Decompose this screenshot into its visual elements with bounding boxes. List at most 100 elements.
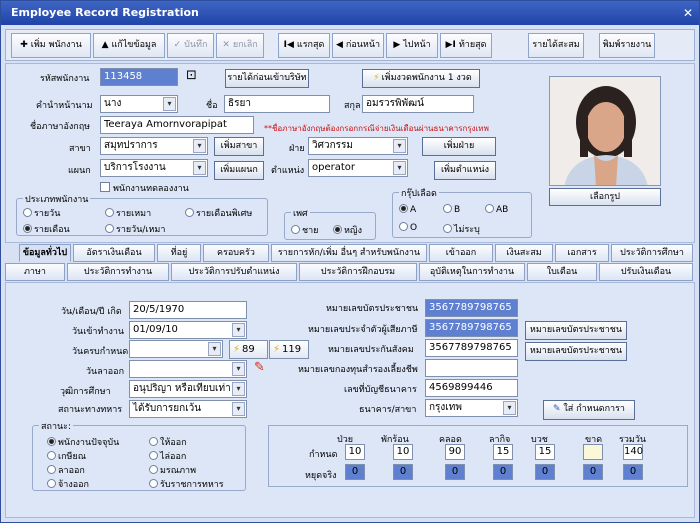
employee-code-field[interactable]: 113458 bbox=[100, 68, 178, 86]
actual-maternity[interactable]: 0 bbox=[445, 464, 465, 480]
radio-monthly[interactable]: รายเดือน bbox=[23, 222, 70, 236]
income-before-join-button[interactable]: รายได้ก่อนเข้าบริษัท bbox=[225, 69, 309, 88]
tab-position-history[interactable]: ประวัติการปรับตำแหน่ง bbox=[171, 263, 297, 281]
radio-female[interactable]: หญิง bbox=[333, 223, 362, 237]
social-security-field[interactable]: 3567789798765 bbox=[425, 339, 518, 357]
tab-attendance[interactable]: เข้าออก bbox=[429, 244, 493, 262]
choose-photo-button[interactable]: เลือกรูป bbox=[549, 188, 661, 206]
last-name-field[interactable]: อมรวรพิพัฒน์ bbox=[362, 95, 474, 113]
radio-blood-o[interactable]: O bbox=[399, 222, 417, 233]
id-card-field[interactable]: 3567789798765 bbox=[425, 299, 518, 317]
radio-special-monthly[interactable]: รายเดือนพิเศษ bbox=[185, 206, 252, 220]
department-select[interactable]: บริการโรงงาน ▾ bbox=[100, 159, 208, 177]
radio-blood-a[interactable]: A bbox=[399, 204, 416, 215]
tab-education[interactable]: ประวัติการศึกษา bbox=[611, 244, 693, 262]
radio-deceased[interactable]: มรณภาพ bbox=[149, 463, 196, 477]
quota-personal[interactable]: 15 bbox=[493, 444, 513, 460]
tab-training-history[interactable]: ประวัติการฝึกอบรม bbox=[299, 263, 417, 281]
education-select[interactable]: อนุปริญา หรือเทียบเท่า ▾ bbox=[129, 380, 247, 398]
print-report-button[interactable]: พิมพ์รายงาน bbox=[599, 33, 655, 58]
quota-absent[interactable] bbox=[583, 444, 603, 460]
clear-date-icon[interactable]: ✎ bbox=[254, 360, 265, 375]
prefix-select[interactable]: นาง ▾ bbox=[100, 95, 178, 113]
actual-absent[interactable]: 0 bbox=[583, 464, 603, 480]
bank-account-field[interactable]: 4569899446 bbox=[425, 379, 518, 397]
tab-salary[interactable]: อัตราเงินเดือน bbox=[73, 244, 155, 262]
tab-family[interactable]: ครอบครัว bbox=[203, 244, 269, 262]
tab-general[interactable]: ข้อมูลทั่วไป bbox=[19, 244, 71, 262]
tab-address[interactable]: ที่อยู่ bbox=[157, 244, 201, 262]
branch-select[interactable]: สมุทปราการ ▾ bbox=[100, 137, 208, 155]
radio-dismissed[interactable]: ให้ออก bbox=[149, 435, 187, 449]
search-employee-icon[interactable]: ⊡ bbox=[186, 68, 197, 83]
chevron-down-icon: ▾ bbox=[232, 402, 245, 416]
radio-male[interactable]: ชาย bbox=[291, 223, 318, 237]
radio-blood-b[interactable]: B bbox=[443, 204, 460, 215]
add-employee-button[interactable]: ✚ เพิ่ม พนักงาน bbox=[11, 33, 91, 58]
save-button[interactable]: ✓ บันทึก bbox=[167, 33, 214, 58]
radio-contract[interactable]: รายเหมา bbox=[105, 206, 151, 220]
close-icon[interactable]: ✕ bbox=[680, 5, 696, 21]
due-date-select[interactable]: ▾ bbox=[129, 340, 223, 358]
tab-work-history[interactable]: ประวัติการทำงาน bbox=[67, 263, 169, 281]
last-record-button[interactable]: ▶I ท้ายสุด bbox=[440, 33, 492, 58]
position-select[interactable]: operator ▾ bbox=[308, 159, 408, 177]
tab-savings[interactable]: เงินสะสม bbox=[495, 244, 553, 262]
tax-id-field[interactable]: 3567789798765 bbox=[425, 319, 518, 337]
quota-total[interactable]: 140 bbox=[623, 444, 643, 460]
division-select[interactable]: วิศวกรรม ▾ bbox=[308, 137, 408, 155]
prev-record-button[interactable]: ◀ ก่อนหน้า bbox=[332, 33, 384, 58]
quota-maternity[interactable]: 90 bbox=[445, 444, 465, 460]
copy-id-button-2[interactable]: หมายเลขบัตรประชาชน bbox=[525, 342, 627, 361]
radio-daily-contract[interactable]: รายวัน/เหมา bbox=[105, 222, 165, 236]
start-date-select[interactable]: 01/09/10 ▾ bbox=[129, 321, 247, 339]
radio-fired[interactable]: ไล่ออก bbox=[149, 449, 186, 463]
military-status-select[interactable]: ได้รับการยกเว้น ▾ bbox=[129, 400, 247, 418]
actual-vacation[interactable]: 0 bbox=[393, 464, 413, 480]
birth-date-field[interactable]: 20/5/1970 bbox=[129, 301, 247, 319]
radio-blood-unspecified[interactable]: ไม่ระบุ bbox=[443, 222, 480, 236]
radio-retired[interactable]: เกษียณ bbox=[47, 449, 86, 463]
add-department-button[interactable]: เพิ่มแผนก bbox=[214, 161, 264, 180]
actual-ordination[interactable]: 0 bbox=[535, 464, 555, 480]
radio-military-service[interactable]: รับราชการทหาร bbox=[149, 477, 224, 491]
add-branch-button[interactable]: เพิ่มสาขา bbox=[214, 137, 264, 156]
actual-sick[interactable]: 0 bbox=[345, 464, 365, 480]
tab-language[interactable]: ภาษา bbox=[5, 263, 65, 281]
radio-blood-ab[interactable]: AB bbox=[485, 204, 508, 215]
provident-fund-field[interactable] bbox=[425, 359, 518, 377]
radio-resigned[interactable]: ลาออก bbox=[47, 463, 85, 477]
leave-date-select[interactable]: ▾ bbox=[129, 360, 247, 378]
tab-accidents[interactable]: อุบัติเหตุในการทำงาน bbox=[419, 263, 525, 281]
quota-ordination[interactable]: 15 bbox=[535, 444, 555, 460]
bank-schedule-button[interactable]: ✎ ใส่ กำหนดการา bbox=[543, 400, 635, 420]
next-record-button[interactable]: ▶ ไปหน้า bbox=[386, 33, 438, 58]
first-icon: I◀ bbox=[283, 40, 294, 50]
actual-total[interactable]: 0 bbox=[623, 464, 643, 480]
tab-documents[interactable]: เอกสาร bbox=[555, 244, 609, 262]
probation-checkbox[interactable]: พนักงานทดลองงาน bbox=[100, 181, 189, 195]
edit-button[interactable]: ▲ แก้ไขข้อมูล bbox=[93, 33, 165, 58]
tab-warnings[interactable]: ใบเตือน bbox=[527, 263, 597, 281]
tab-deductions[interactable]: รายการหัก/เพิ่ม อื่นๆ สำหรับพนักงาน bbox=[271, 244, 427, 262]
first-record-button[interactable]: I◀ แรกสุด bbox=[278, 33, 330, 58]
bank-select[interactable]: กรุงเทพ ▾ bbox=[425, 399, 518, 417]
radio-daily[interactable]: รายวัน bbox=[23, 206, 60, 220]
add-division-button[interactable]: เพิ่มฝ่าย bbox=[422, 137, 496, 156]
copy-id-button-1[interactable]: หมายเลขบัตรประชาชน bbox=[525, 321, 627, 340]
probation-89-button[interactable]: ⚡ 89 bbox=[229, 340, 268, 359]
probation-119-button[interactable]: ⚡ 119 bbox=[269, 340, 309, 359]
first-name-field[interactable]: ธิรยา bbox=[224, 95, 330, 113]
quota-vacation[interactable]: 10 bbox=[393, 444, 413, 460]
cancel-button[interactable]: ✕ ยกเลิก bbox=[216, 33, 264, 58]
english-name-field[interactable]: Teeraya Amornvorapipat bbox=[100, 116, 254, 134]
tab-salary-adjustment[interactable]: ปรับเงินเดือน bbox=[599, 263, 693, 281]
radio-current-employee[interactable]: พนักงานปัจจุบัน bbox=[47, 435, 119, 449]
division-label: ฝ่าย bbox=[289, 144, 305, 154]
add-position-button[interactable]: เพิ่มตำแหน่ง bbox=[434, 161, 496, 180]
add-pay-period-button[interactable]: ⚡ เพิ่มงวดพนักงาน 1 งวด bbox=[362, 69, 480, 88]
radio-laid-off[interactable]: จ้างออก bbox=[47, 477, 89, 491]
quota-sick[interactable]: 10 bbox=[345, 444, 365, 460]
accumulated-income-button[interactable]: รายได้สะสม bbox=[528, 33, 584, 58]
actual-personal[interactable]: 0 bbox=[493, 464, 513, 480]
